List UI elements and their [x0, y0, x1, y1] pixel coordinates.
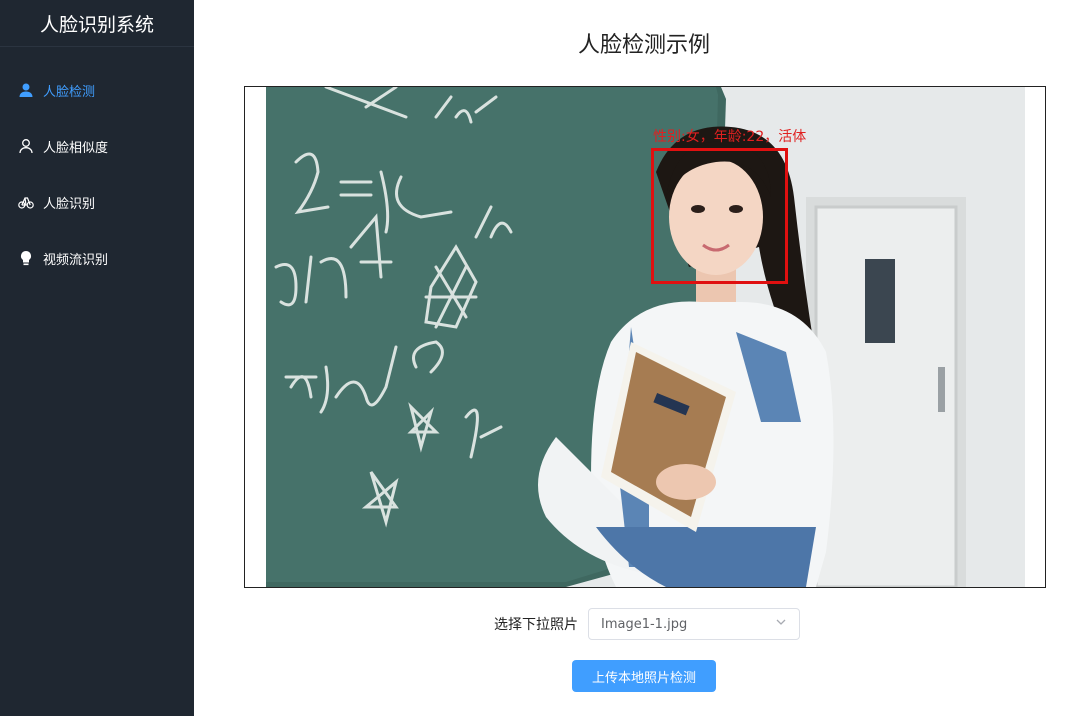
sidebar-item-label: 人脸检测 — [43, 84, 96, 100]
detection-label: 性别:女，年龄:22，活体 — [653, 129, 807, 145]
photo-select[interactable]: Image1-1.jpg — [588, 608, 800, 640]
sidebar-item-label: 视频流识别 — [43, 252, 109, 268]
bicycle-icon — [18, 194, 34, 210]
sidebar-item-face-similarity[interactable]: 人脸相似度 — [0, 118, 194, 174]
photo-select-label: 选择下拉照片 — [494, 617, 578, 633]
user-solid-icon — [18, 82, 34, 98]
main-content: 人脸检测示例 性别:女，年龄:22，活体 选择下拉照片 Image1-1.jpg… — [194, 0, 1068, 716]
sidebar-item-video-stream[interactable]: 视频流识别 — [0, 230, 194, 286]
detection-image-frame: 性别:女，年龄:22，活体 — [244, 86, 1046, 588]
user-outline-icon — [18, 138, 34, 154]
photo-select-row: 选择下拉照片 Image1-1.jpg — [494, 608, 800, 640]
page-title: 人脸检测示例 — [577, 33, 710, 58]
sidebar-item-label: 人脸相似度 — [43, 140, 109, 156]
sidebar-menu: 人脸检测 人脸相似度 人脸识别 视频流识别 — [0, 62, 194, 286]
sidebar: 人脸识别系统 人脸检测 人脸相似度 人脸识别 视频流识别 — [0, 0, 194, 716]
sidebar-item-face-detection[interactable]: 人脸检测 — [0, 62, 194, 118]
photo-select-value: Image1-1.jpg — [601, 616, 688, 632]
sidebar-item-face-recognition[interactable]: 人脸识别 — [0, 174, 194, 230]
sidebar-item-label: 人脸识别 — [43, 196, 96, 212]
chevron-down-icon — [775, 616, 787, 632]
upload-local-photo-button[interactable]: 上传本地照片检测 — [572, 660, 716, 692]
detection-photo: 性别:女，年龄:22，活体 — [266, 87, 1025, 587]
lightbulb-icon — [18, 250, 34, 266]
face-bounding-box — [651, 148, 788, 284]
app-title: 人脸识别系统 — [0, 0, 194, 47]
